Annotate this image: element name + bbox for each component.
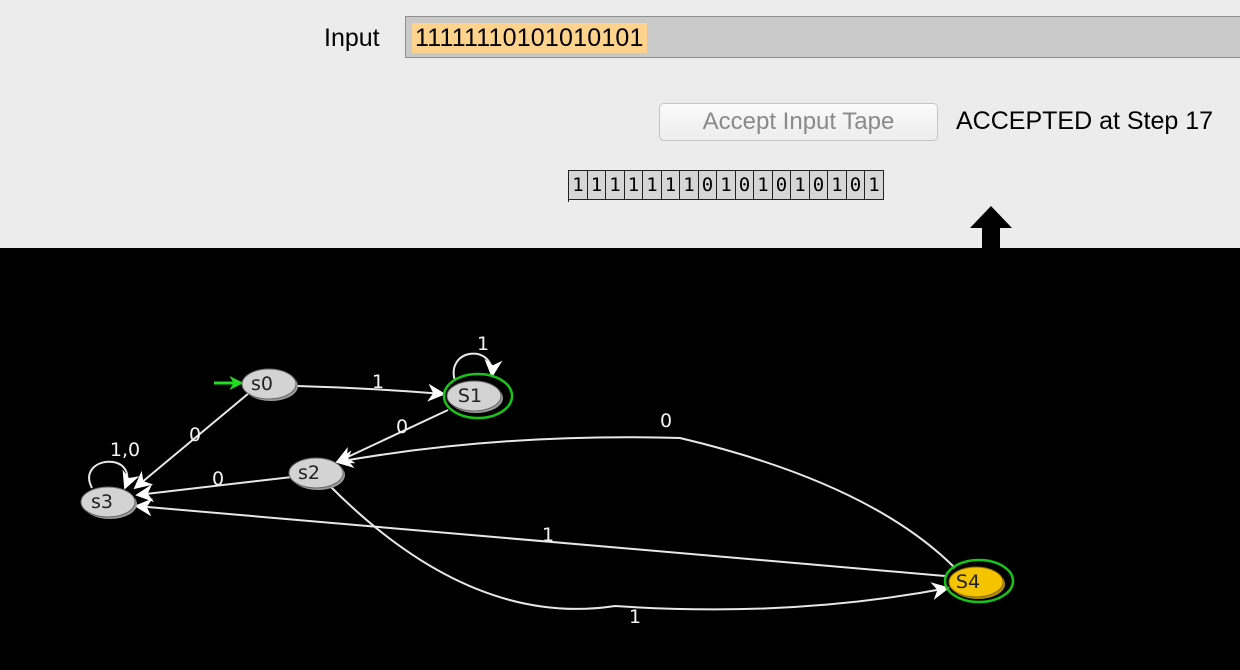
tape-cell: 0 bbox=[773, 170, 791, 200]
tape-cell: 1 bbox=[754, 170, 773, 200]
tape-cell: 0 bbox=[736, 170, 754, 200]
edge-S4-s2 bbox=[335, 436, 956, 569]
edge-label-s2-S4: 1 bbox=[629, 606, 641, 628]
edge-S4-s3 bbox=[134, 498, 946, 577]
tape-cell: 1 bbox=[865, 170, 884, 200]
tape-cell: 0 bbox=[847, 170, 865, 200]
state-node-s3[interactable]: s3 bbox=[80, 486, 137, 519]
input-label: Input bbox=[324, 24, 380, 52]
edge-S1-s2 bbox=[335, 409, 449, 464]
edge-label-S1-loop: 1 bbox=[477, 333, 489, 355]
edge-label-s0-S1: 1 bbox=[372, 371, 384, 393]
tape-cell: 0 bbox=[810, 170, 828, 200]
state-node-s0[interactable]: s0 bbox=[241, 368, 298, 401]
tape-cell: 1 bbox=[791, 170, 810, 200]
edge-label-s3-loop: 1,0 bbox=[110, 439, 140, 461]
automaton-graph: 1 0 1 0 0 1 1,0 0 1 s0 S1 s2 s3 S4 bbox=[0, 248, 1240, 670]
tape-cell: 1 bbox=[828, 170, 847, 200]
accept-input-tape-button[interactable]: Accept Input Tape bbox=[659, 103, 938, 141]
state-label-s0: s0 bbox=[251, 373, 273, 395]
tape-cell: 1 bbox=[643, 170, 662, 200]
edge-s2-S4 bbox=[327, 483, 950, 611]
edge-s3-loop bbox=[88, 460, 140, 490]
tape-head-arrow-icon bbox=[970, 206, 1012, 250]
edge-label-s2-s3: 0 bbox=[212, 468, 224, 490]
input-field[interactable]: 11111110101010101 bbox=[405, 16, 1240, 58]
tape-cell: 1 bbox=[606, 170, 625, 200]
state-label-S1: S1 bbox=[458, 385, 482, 407]
tape-cell: 1 bbox=[569, 170, 588, 200]
state-label-s2: s2 bbox=[298, 462, 320, 484]
tape-cell: 1 bbox=[588, 170, 606, 200]
edge-label-S4-s2: 0 bbox=[660, 410, 672, 432]
tape-cell: 0 bbox=[699, 170, 717, 200]
edge-s0-S1 bbox=[296, 383, 446, 402]
input-value[interactable]: 11111110101010101 bbox=[412, 23, 647, 53]
tape-cell: 1 bbox=[717, 170, 736, 200]
edge-label-S1-s2: 0 bbox=[396, 416, 408, 438]
status-text: ACCEPTED at Step 17 bbox=[956, 107, 1214, 135]
state-label-S4: S4 bbox=[956, 571, 980, 593]
state-node-S1[interactable]: S1 bbox=[442, 372, 514, 420]
state-node-S4[interactable]: S4 bbox=[943, 558, 1015, 604]
edge-label-S4-s3: 1 bbox=[542, 524, 554, 546]
tape-cell: 1 bbox=[662, 170, 680, 200]
input-panel: Input 11111110101010101 Accept Input Tap… bbox=[0, 0, 1240, 250]
tape-cell: 1 bbox=[680, 170, 699, 200]
state-node-s2[interactable]: s2 bbox=[288, 457, 345, 490]
state-label-s3: s3 bbox=[91, 491, 113, 513]
input-tape: 11111110101010101 bbox=[568, 170, 884, 202]
tape-cell: 1 bbox=[625, 170, 643, 200]
edge-label-s0-s3: 0 bbox=[189, 424, 201, 446]
